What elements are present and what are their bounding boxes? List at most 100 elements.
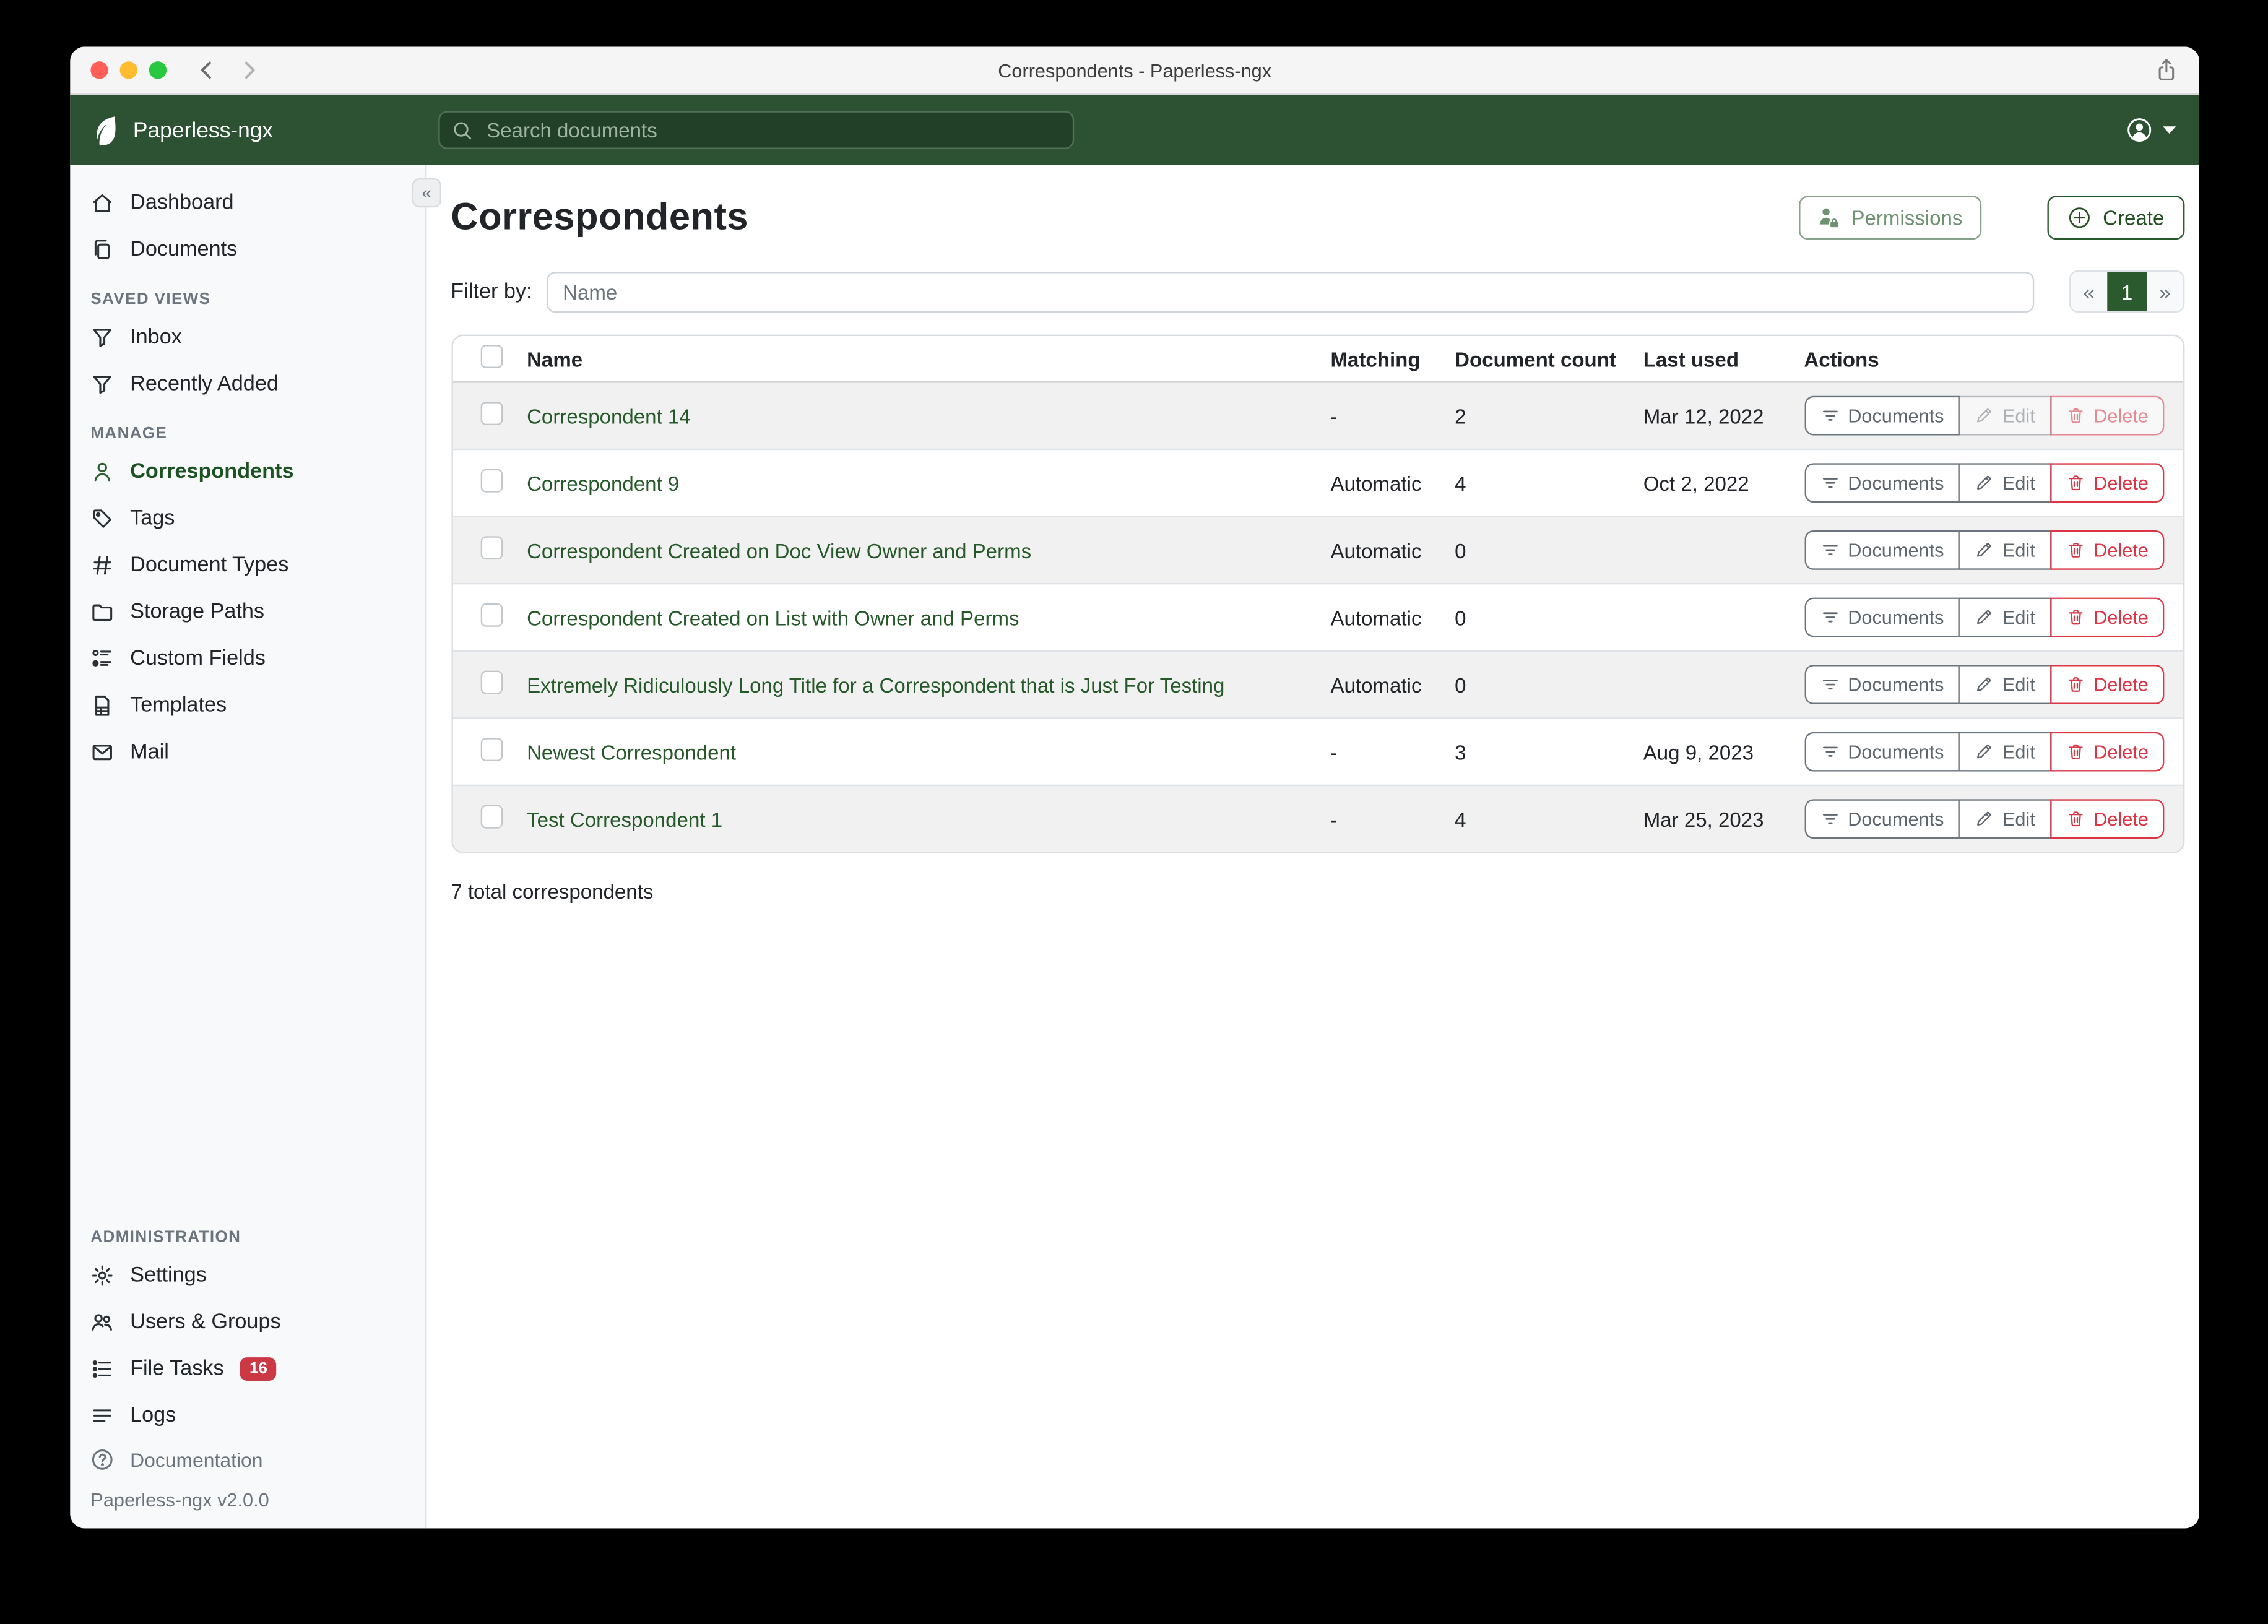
forward-icon[interactable] bbox=[240, 58, 260, 82]
documents-button[interactable]: Documents bbox=[1804, 732, 1960, 772]
sidebar-item-storage-paths[interactable]: Storage Paths bbox=[70, 589, 424, 636]
col-name: Name bbox=[511, 347, 1330, 371]
edit-button[interactable]: Edit bbox=[1959, 530, 2051, 570]
sidebar-item-correspondents[interactable]: Correspondents bbox=[70, 449, 424, 496]
sidebar-item-label: Tags bbox=[130, 507, 175, 530]
documents-icon bbox=[90, 238, 114, 262]
share-icon[interactable] bbox=[2154, 57, 2179, 83]
edit-button[interactable]: Edit bbox=[1959, 665, 2051, 704]
row-checkbox[interactable] bbox=[480, 604, 503, 627]
row-checkbox[interactable] bbox=[480, 738, 503, 761]
correspondent-link[interactable]: Correspondent Created on Doc View Owner … bbox=[511, 538, 1330, 562]
delete-button[interactable]: Delete bbox=[2049, 396, 2165, 436]
edit-button[interactable]: Edit bbox=[1959, 598, 2051, 637]
matching-value: Automatic bbox=[1331, 538, 1455, 562]
documents-button[interactable]: Documents bbox=[1804, 598, 1960, 637]
matching-value: - bbox=[1331, 807, 1455, 831]
row-checkbox[interactable] bbox=[480, 671, 503, 694]
traffic-lights bbox=[90, 61, 167, 79]
sidebar-item-label: Recently Added bbox=[130, 373, 279, 396]
table-row: Extremely Ridiculously Long Title for a … bbox=[452, 650, 2183, 718]
table-row: Newest Correspondent - 3 Aug 9, 2023 Doc… bbox=[452, 717, 2183, 785]
minimize-window-button[interactable] bbox=[120, 61, 137, 79]
documents-button[interactable]: Documents bbox=[1804, 665, 1960, 704]
sidebar-item-recently-added[interactable]: Recently Added bbox=[70, 361, 424, 408]
sidebar-item-documentation[interactable]: Documentation bbox=[70, 1439, 424, 1480]
create-button[interactable]: Create bbox=[2047, 195, 2184, 239]
back-icon[interactable] bbox=[196, 58, 216, 82]
documents-button[interactable]: Documents bbox=[1804, 396, 1960, 436]
pagination-next[interactable]: » bbox=[2147, 272, 2183, 311]
sidebar-item-documents[interactable]: Documents bbox=[70, 227, 424, 274]
delete-button[interactable]: Delete bbox=[2049, 665, 2165, 704]
global-search[interactable] bbox=[438, 111, 1074, 149]
row-checkbox[interactable] bbox=[480, 537, 503, 559]
documents-button[interactable]: Documents bbox=[1804, 799, 1960, 839]
zoom-window-button[interactable] bbox=[149, 61, 167, 79]
pagination: « 1 » bbox=[2069, 270, 2185, 313]
row-actions: Documents Edit Delete bbox=[1804, 530, 2164, 570]
sidebar-item-inbox[interactable]: Inbox bbox=[70, 314, 424, 361]
correspondent-link[interactable]: Test Correspondent 1 bbox=[511, 807, 1330, 831]
sidebar-item-tags[interactable]: Tags bbox=[70, 495, 424, 542]
user-avatar-icon bbox=[2126, 117, 2152, 143]
row-checkbox[interactable] bbox=[480, 402, 503, 425]
app-version: Paperless-ngx v2.0.0 bbox=[70, 1480, 424, 1513]
row-actions: Documents Edit Delete bbox=[1804, 732, 2164, 772]
sidebar-item-label: Settings bbox=[130, 1264, 207, 1287]
delete-button[interactable]: Delete bbox=[2049, 530, 2165, 570]
sidebar-item-custom-fields[interactable]: Custom Fields bbox=[70, 636, 424, 683]
correspondent-link[interactable]: Newest Correspondent bbox=[511, 740, 1330, 764]
pencil-icon bbox=[1975, 675, 1994, 694]
sidebar-item-dashboard[interactable]: Dashboard bbox=[70, 179, 424, 227]
close-window-button[interactable] bbox=[90, 61, 108, 79]
permissions-button[interactable]: Permissions bbox=[1798, 195, 1981, 239]
document-count-value: 0 bbox=[1455, 606, 1643, 629]
document-count-value: 2 bbox=[1455, 404, 1643, 428]
row-actions: Documents Edit Delete bbox=[1804, 598, 2164, 637]
delete-button[interactable]: Delete bbox=[2049, 799, 2165, 839]
select-all-checkbox[interactable] bbox=[480, 345, 503, 368]
edit-button[interactable]: Edit bbox=[1959, 396, 2051, 436]
app-brand[interactable]: Paperless-ngx bbox=[70, 114, 438, 145]
delete-button[interactable]: Delete bbox=[2049, 463, 2165, 503]
sidebar-item-users-groups[interactable]: Users & Groups bbox=[70, 1299, 424, 1346]
main-content: Correspondents Permissions bbox=[426, 165, 2199, 1529]
sidebar-item-templates[interactable]: Templates bbox=[70, 682, 424, 729]
sidebar-item-label: Mail bbox=[130, 741, 169, 764]
table-row: Correspondent 14 - 2 Mar 12, 2022 Docume… bbox=[452, 383, 2183, 449]
row-checkbox[interactable] bbox=[480, 805, 503, 828]
pagination-prev[interactable]: « bbox=[2071, 272, 2107, 311]
pagination-page-1[interactable]: 1 bbox=[2107, 272, 2147, 311]
document-count-value: 0 bbox=[1455, 673, 1643, 696]
delete-button[interactable]: Delete bbox=[2049, 732, 2165, 772]
sidebar-item-logs[interactable]: Logs bbox=[70, 1393, 424, 1440]
documents-button[interactable]: Documents bbox=[1804, 463, 1960, 503]
correspondent-link[interactable]: Correspondent Created on List with Owner… bbox=[511, 606, 1330, 629]
pencil-icon bbox=[1975, 473, 1994, 493]
help-icon bbox=[90, 1448, 114, 1472]
correspondent-link[interactable]: Extremely Ridiculously Long Title for a … bbox=[511, 673, 1330, 696]
pencil-icon bbox=[1975, 810, 1994, 829]
filter-name-input[interactable] bbox=[547, 271, 2034, 312]
sidebar-item-label: Templates bbox=[130, 694, 227, 717]
trash-icon bbox=[2066, 540, 2085, 559]
edit-button[interactable]: Edit bbox=[1959, 799, 2051, 839]
delete-button[interactable]: Delete bbox=[2049, 598, 2165, 637]
edit-button[interactable]: Edit bbox=[1959, 463, 2051, 503]
sidebar-item-mail[interactable]: Mail bbox=[70, 729, 424, 776]
last-used-value: Mar 25, 2023 bbox=[1643, 807, 1804, 831]
row-checkbox[interactable] bbox=[480, 469, 503, 492]
total-count: 7 total correspondents bbox=[451, 879, 2184, 903]
sidebar-item-settings[interactable]: Settings bbox=[70, 1252, 424, 1299]
documents-button[interactable]: Documents bbox=[1804, 530, 1960, 570]
last-used-value: Aug 9, 2023 bbox=[1643, 740, 1804, 764]
correspondent-link[interactable]: Correspondent 9 bbox=[511, 471, 1330, 495]
user-menu[interactable] bbox=[2126, 117, 2176, 143]
edit-button[interactable]: Edit bbox=[1959, 732, 2051, 772]
sidebar-item-file-tasks[interactable]: File Tasks 16 bbox=[70, 1345, 424, 1393]
sidebar-item-document-types[interactable]: Document Types bbox=[70, 542, 424, 589]
sidebar-collapse-button[interactable]: « bbox=[412, 178, 441, 207]
correspondent-link[interactable]: Correspondent 14 bbox=[511, 404, 1330, 428]
search-input[interactable] bbox=[483, 117, 1061, 143]
